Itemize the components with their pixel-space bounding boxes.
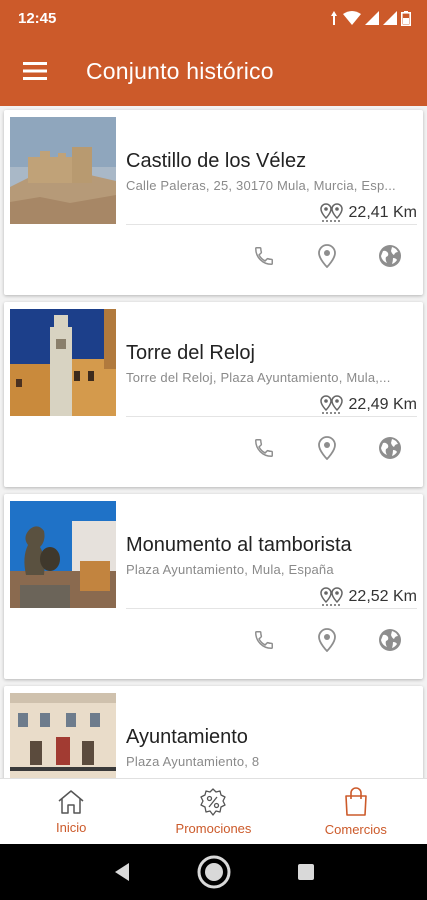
signal-icon (365, 11, 379, 25)
card-body: Monumento al tamborista Plaza Ayuntamien… (126, 501, 417, 577)
phone-icon (255, 631, 273, 649)
place-photo-castle (10, 117, 116, 224)
phone-icon (255, 439, 273, 457)
place-address: Torre del Reloj, Plaza Ayuntamiento, Mul… (126, 370, 391, 385)
back-triangle-icon (114, 863, 129, 881)
back-button[interactable] (113, 862, 131, 882)
globe-icon (379, 629, 401, 651)
phone-icon (255, 247, 273, 265)
distance-pins-icon (319, 395, 343, 414)
card-actions (251, 243, 403, 269)
hamburger-menu-icon (23, 62, 47, 80)
call-button[interactable] (251, 627, 277, 653)
home-circle-icon (197, 855, 230, 889)
call-button[interactable] (251, 435, 277, 461)
distance-pins-icon (319, 587, 343, 606)
place-title: Ayuntamiento (126, 726, 248, 748)
card-actions (251, 627, 403, 653)
distance-info: 22,41 Km (319, 203, 417, 223)
place-address: Plaza Ayuntamiento, Mula, España (126, 562, 334, 577)
page-title: Conjunto histórico (86, 57, 274, 84)
divider (126, 608, 417, 609)
system-navigation-bar (0, 844, 427, 900)
map-pin-icon (318, 436, 336, 460)
distance-value: 22,49 Km (348, 396, 417, 413)
place-photo-monument (10, 501, 116, 608)
shopping-bag-icon (345, 786, 367, 816)
divider (126, 224, 417, 225)
menu-button[interactable] (0, 36, 70, 106)
place-photo-clock-tower (10, 309, 116, 416)
status-icons (329, 10, 411, 26)
wifi-icon (343, 11, 361, 25)
website-button[interactable] (377, 243, 403, 269)
card-body: Torre del Reloj Torre del Reloj, Plaza A… (126, 309, 417, 385)
place-card[interactable]: Monumento al tamborista Plaza Ayuntamien… (4, 494, 423, 679)
place-card[interactable]: Castillo de los Vélez Calle Paleras, 25,… (4, 110, 423, 295)
data-saver-icon (331, 11, 337, 25)
discount-badge-icon (200, 787, 227, 816)
home-button[interactable] (197, 855, 231, 889)
place-list: Castillo de los Vélez Calle Paleras, 25,… (0, 106, 427, 778)
website-button[interactable] (377, 627, 403, 653)
card-body: Ayuntamiento Plaza Ayuntamiento, 8 (126, 693, 417, 769)
recents-button[interactable] (297, 863, 315, 881)
battery-icon (401, 10, 411, 26)
call-button[interactable] (251, 243, 277, 269)
place-title: Castillo de los Vélez (126, 150, 307, 172)
location-button[interactable] (314, 627, 340, 653)
place-address: Plaza Ayuntamiento, 8 (126, 754, 260, 769)
distance-pins-icon (319, 203, 343, 222)
location-button[interactable] (314, 243, 340, 269)
nav-comercios[interactable]: Comercios (285, 779, 427, 844)
globe-icon (379, 437, 401, 459)
place-address: Calle Paleras, 25, 30170 Mula, Murcia, E… (126, 178, 396, 193)
place-title: Torre del Reloj (126, 342, 255, 364)
status-bar: 12:45 (0, 0, 427, 36)
nav-inicio[interactable]: Inicio (0, 779, 142, 844)
signal-secondary-icon (383, 11, 397, 25)
nav-promociones[interactable]: Promociones (142, 779, 284, 844)
map-pin-icon (318, 244, 336, 268)
recents-square-icon (297, 864, 314, 880)
place-card[interactable]: Torre del Reloj Torre del Reloj, Plaza A… (4, 302, 423, 487)
nav-promociones-label: Promociones (175, 820, 252, 836)
bottom-navigation: Inicio Promociones Comercios (0, 778, 427, 844)
globe-icon (379, 245, 401, 267)
divider (126, 416, 417, 417)
card-body: Castillo de los Vélez Calle Paleras, 25,… (126, 117, 417, 193)
website-button[interactable] (377, 435, 403, 461)
nav-inicio-label: Inicio (55, 819, 87, 835)
map-pin-icon (318, 628, 336, 652)
place-photo-town-hall (10, 693, 116, 778)
distance-value: 22,52 Km (348, 588, 417, 605)
distance-info: 22,49 Km (319, 395, 417, 415)
place-card[interactable]: Ayuntamiento Plaza Ayuntamiento, 8 (4, 686, 423, 778)
status-time: 12:45 (18, 9, 57, 27)
distance-info: 22,52 Km (319, 587, 417, 607)
card-actions (251, 435, 403, 461)
location-button[interactable] (314, 435, 340, 461)
distance-value: 22,41 Km (348, 204, 417, 221)
home-icon (58, 789, 84, 814)
nav-comercios-label: Comercios (324, 821, 387, 837)
place-title: Monumento al tamborista (126, 534, 352, 556)
app-bar: Conjunto histórico (0, 36, 427, 106)
